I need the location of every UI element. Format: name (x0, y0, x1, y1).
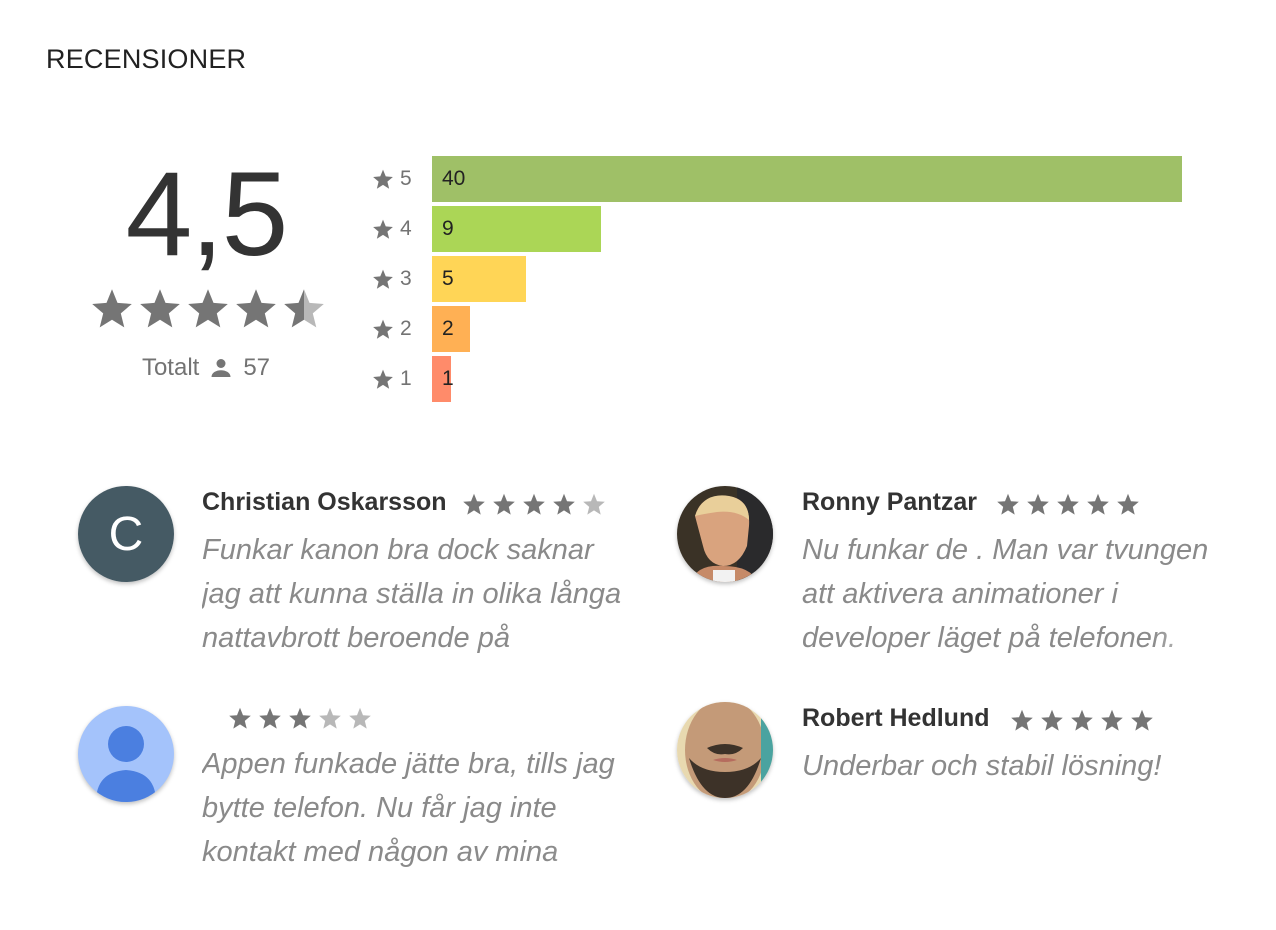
histogram-row: 22 (372, 304, 1202, 354)
review-stars (228, 706, 372, 730)
star-level: 3 (400, 267, 412, 290)
star-icon (372, 268, 394, 290)
avatar (677, 486, 773, 582)
star-filled-icon (552, 492, 576, 516)
avatar-letter: C (78, 486, 174, 582)
star-filled-icon (1116, 492, 1140, 516)
avatar (677, 702, 773, 798)
star-level: 1 (400, 367, 412, 390)
star-filled-icon (522, 492, 546, 516)
histogram-count: 2 (442, 317, 454, 340)
star-filled-icon (228, 706, 252, 730)
histogram-bar: 2 (432, 306, 470, 352)
histogram-bar: 40 (432, 156, 1182, 202)
histogram-row: 5 40 (372, 154, 1202, 204)
star-filled-icon (1010, 708, 1034, 732)
star-filled-icon (258, 706, 282, 730)
half-star-icon (282, 286, 326, 330)
histogram-row: 49 (372, 204, 1202, 254)
review-text: Funkar kanon bra dock saknar jag att kun… (202, 528, 622, 660)
star-icon (372, 368, 394, 390)
histogram-label: 1 (372, 367, 432, 391)
histogram-label: 5 (372, 167, 432, 191)
histogram-label: 4 (372, 217, 432, 241)
star-filled-icon (996, 492, 1020, 516)
histogram-row: 11 (372, 354, 1202, 404)
total-reviews: Totalt 57 (96, 354, 316, 382)
histogram-bar: 5 (432, 256, 526, 302)
person-photo-icon (677, 702, 773, 798)
person-icon (211, 359, 231, 377)
average-score: 4,5 (125, 147, 289, 281)
review-stars (462, 492, 606, 516)
histogram-label: 2 (372, 317, 432, 341)
reviewer-name: Christian Oskarsson (202, 488, 447, 516)
section-title: RECENSIONER (46, 44, 247, 74)
star-level: 4 (400, 217, 412, 240)
star-empty-icon (582, 492, 606, 516)
star-icon (138, 286, 182, 330)
star-filled-icon (1040, 708, 1064, 732)
star-filled-icon (462, 492, 486, 516)
star-filled-icon (1130, 708, 1154, 732)
star-empty-icon (348, 706, 372, 730)
star-filled-icon (1070, 708, 1094, 732)
star-icon (90, 286, 134, 330)
review-stars (996, 492, 1140, 516)
star-level: 5 (400, 167, 412, 190)
review-text: Appen funkade jätte bra, tills jag bytte… (202, 742, 642, 874)
person-photo-icon (677, 486, 773, 582)
star-icon (372, 318, 394, 340)
review-text: Underbar och stabil lösning! (802, 750, 1162, 782)
rating-histogram: 5 40 4 9 3 5 2 2 1 1 (372, 154, 1202, 404)
star-icon (372, 218, 394, 240)
histogram-bar: 9 (432, 206, 601, 252)
average-stars (90, 284, 326, 332)
avatar: C (78, 486, 174, 582)
avatar (78, 706, 174, 802)
histogram-count: 40 (442, 167, 466, 190)
histogram-count: 5 (442, 267, 454, 290)
histogram-row: 35 (372, 254, 1202, 304)
histogram-count: 1 (442, 367, 454, 390)
reviewer-name: Ronny Pantzar (802, 488, 978, 516)
star-icon (234, 286, 278, 330)
star-level: 2 (400, 317, 412, 340)
star-filled-icon (1056, 492, 1080, 516)
total-label: Totalt (141, 354, 200, 381)
review-stars (1010, 708, 1154, 732)
star-icon (372, 168, 394, 190)
review-text: Nu funkar de . Man var tvungen att aktiv… (802, 528, 1242, 660)
star-filled-icon (492, 492, 516, 516)
star-filled-icon (1086, 492, 1110, 516)
reviewer-name: Robert Hedlund (802, 704, 990, 732)
default-user-icon (96, 726, 156, 802)
total-count: 57 (243, 354, 271, 381)
histogram-count: 9 (442, 217, 454, 240)
histogram-label: 3 (372, 267, 432, 291)
star-filled-icon (1026, 492, 1050, 516)
histogram-bar: 1 (432, 356, 454, 402)
star-empty-icon (318, 706, 342, 730)
star-filled-icon (288, 706, 312, 730)
star-filled-icon (1100, 708, 1124, 732)
star-icon (186, 286, 230, 330)
